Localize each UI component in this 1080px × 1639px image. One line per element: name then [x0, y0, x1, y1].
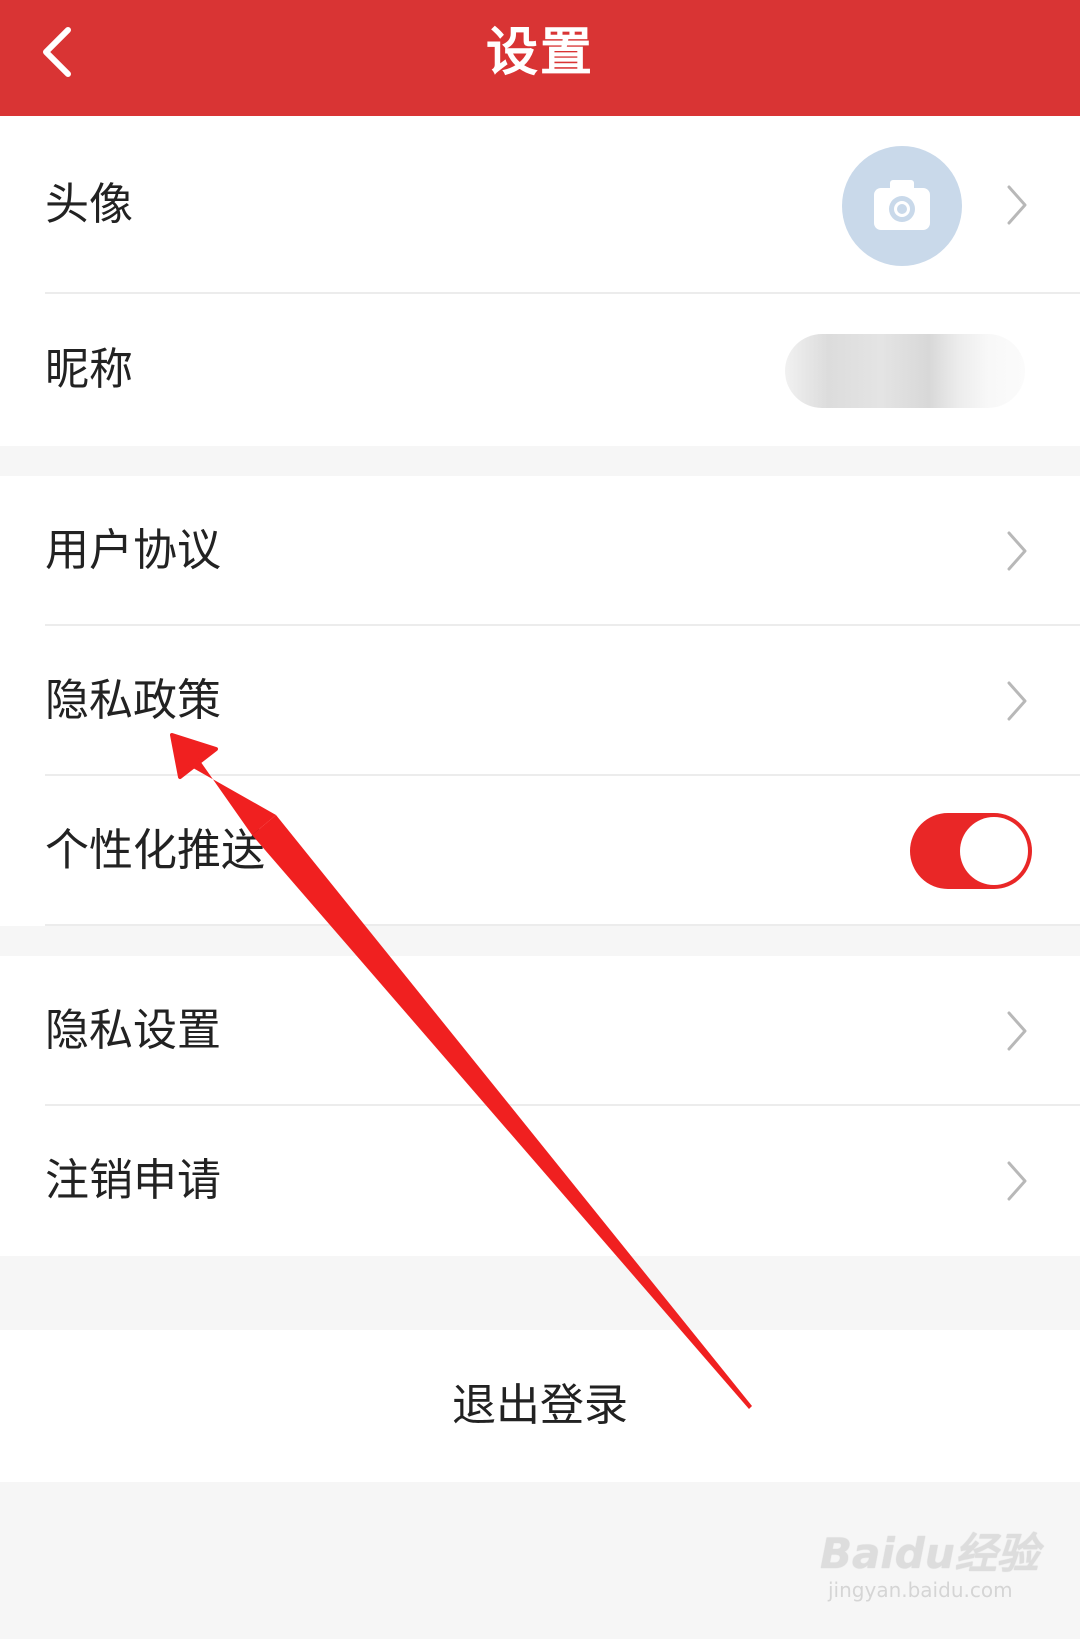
- agreements-section: 用户协议 隐私政策 个性化推送: [0, 476, 1080, 926]
- chevron-right-icon: [1004, 1159, 1030, 1203]
- deactivate-account-row[interactable]: 注销申请: [0, 1106, 1080, 1256]
- avatar-label: 头像: [45, 179, 133, 230]
- profile-section: 头像 昵称: [0, 116, 1080, 446]
- deactivate-account-label: 注销申请: [45, 1155, 221, 1206]
- camera-icon: [874, 180, 930, 230]
- page-title: 设置: [485, 23, 594, 83]
- privacy-policy-label: 隐私政策: [45, 675, 221, 726]
- avatar-row[interactable]: 头像: [0, 116, 1080, 294]
- user-agreement-row[interactable]: 用户协议: [0, 476, 1080, 626]
- nickname-value-blurred: [785, 334, 1025, 408]
- chevron-right-icon: [1004, 1009, 1030, 1053]
- chevron-right-icon: [1004, 529, 1030, 573]
- top-bar: 设置: [0, 0, 1080, 116]
- privacy-settings-row[interactable]: 隐私设置: [0, 956, 1080, 1106]
- privacy-policy-row[interactable]: 隐私政策: [0, 626, 1080, 776]
- personalized-push-row: 个性化推送: [0, 776, 1080, 926]
- account-section: 隐私设置 注销申请: [0, 956, 1080, 1256]
- baidu-jingyan-watermark: Baidu经验 jingyan.baidu.com: [820, 1520, 1039, 1620]
- nickname-row[interactable]: 昵称: [0, 294, 1080, 446]
- privacy-settings-label: 隐私设置: [45, 1005, 221, 1056]
- user-agreement-label: 用户协议: [45, 525, 221, 576]
- nickname-label: 昵称: [45, 344, 133, 395]
- toggle-knob: [960, 817, 1028, 885]
- watermark-url: jingyan.baidu.com: [828, 1578, 1013, 1602]
- chevron-right-icon: [1004, 679, 1030, 723]
- watermark-logo: Baidu经验: [820, 1529, 1039, 1578]
- logout-label: 退出登录: [452, 1380, 628, 1431]
- chevron-right-icon: [1004, 183, 1030, 227]
- personalized-push-label: 个性化推送: [45, 825, 265, 876]
- logout-button[interactable]: 退出登录: [0, 1330, 1080, 1482]
- personalized-push-toggle[interactable]: [910, 813, 1032, 889]
- avatar[interactable]: [842, 146, 962, 266]
